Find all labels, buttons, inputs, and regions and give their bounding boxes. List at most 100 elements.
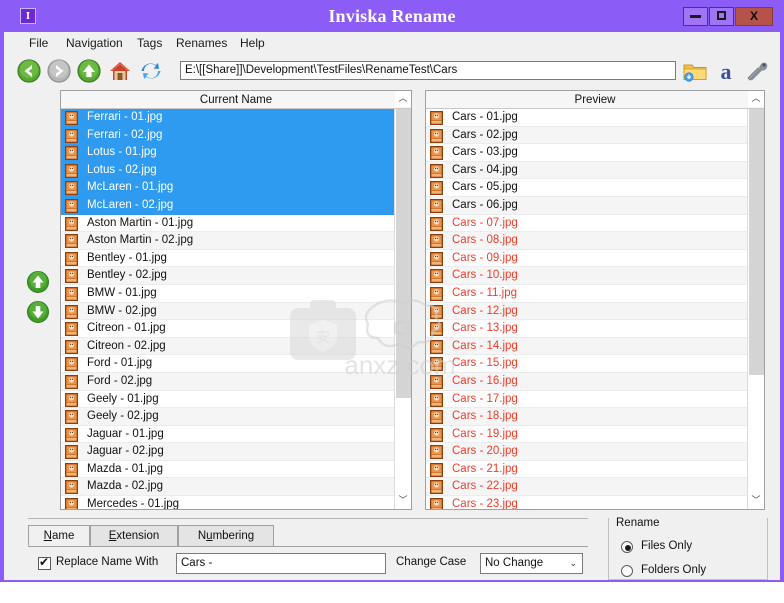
list-item-label: Bentley - 02.jpg: [87, 269, 167, 282]
preview-header[interactable]: Preview: [426, 91, 764, 109]
list-item[interactable]: Citreon - 02.jpg: [61, 337, 394, 356]
list-item[interactable]: Cars - 15.jpg: [426, 355, 747, 373]
list-item-label: Cars - 08.jpg: [452, 234, 518, 247]
back-arrow-icon[interactable]: [16, 58, 42, 84]
list-item[interactable]: Cars - 01.jpg: [426, 109, 747, 127]
list-item[interactable]: Cars - 03.jpg: [426, 144, 747, 162]
list-item[interactable]: Ferrari - 01.jpg: [61, 109, 394, 127]
list-item[interactable]: Cars - 14.jpg: [426, 337, 747, 356]
list-item[interactable]: Ferrari - 02.jpg: [61, 126, 394, 145]
path-input[interactable]: E:\[[Share]]\Development\TestFiles\Renam…: [180, 61, 676, 80]
preview-rows[interactable]: Cars - 01.jpg Cars - 02.jpg Cars - 03.jpg C…: [426, 109, 747, 509]
scroll-thumb[interactable]: [396, 109, 411, 398]
file-icon: [430, 339, 443, 354]
tab-name[interactable]: Name: [28, 525, 90, 546]
maximize-button[interactable]: [709, 7, 734, 26]
list-item[interactable]: Cars - 13.jpg: [426, 320, 747, 338]
close-button[interactable]: X: [735, 7, 773, 26]
list-item[interactable]: Lotus - 02.jpg: [61, 161, 394, 180]
list-item[interactable]: Cars - 21.jpg: [426, 461, 747, 479]
list-item[interactable]: Aston Martin - 01.jpg: [61, 215, 394, 233]
list-item[interactable]: Aston Martin - 02.jpg: [61, 232, 394, 250]
toolbar: E:\[[Share]]\Development\TestFiles\Renam…: [4, 54, 780, 86]
list-item[interactable]: Citreon - 01.jpg: [61, 320, 394, 338]
file-icon: [430, 286, 443, 301]
menu-item-navigation[interactable]: Navigation: [61, 35, 128, 51]
list-item[interactable]: BMW - 02.jpg: [61, 302, 394, 321]
menu-item-tags[interactable]: Tags: [132, 35, 167, 51]
file-icon: [65, 234, 78, 249]
list-item[interactable]: Cars - 04.jpg: [426, 161, 747, 180]
list-item[interactable]: Cars - 06.jpg: [426, 196, 747, 215]
move-up-icon[interactable]: [26, 270, 50, 294]
menu-item-file[interactable]: File: [24, 35, 53, 51]
list-item[interactable]: Mazda - 01.jpg: [61, 461, 394, 479]
list-item[interactable]: BMW - 01.jpg: [61, 285, 394, 303]
list-item[interactable]: McLaren - 02.jpg: [61, 196, 394, 215]
move-down-icon[interactable]: [26, 300, 50, 324]
replace-name-with-checkbox[interactable]: [38, 555, 51, 570]
minimize-button[interactable]: [683, 7, 708, 26]
change-case-select[interactable]: No Change ⌄: [480, 553, 583, 574]
list-item[interactable]: Cars - 20.jpg: [426, 443, 747, 461]
forward-arrow-icon[interactable]: [46, 58, 72, 84]
file-icon: [65, 339, 78, 354]
scroll-up-icon[interactable]: ︿: [395, 91, 411, 107]
scroll-down-icon[interactable]: ﹀: [748, 493, 764, 509]
current-name-scrollbar[interactable]: ︿ ﹀: [394, 91, 411, 509]
list-item[interactable]: Lotus - 01.jpg: [61, 144, 394, 162]
preview-scrollbar[interactable]: ︿ ﹀: [747, 91, 764, 509]
list-item[interactable]: Cars - 07.jpg: [426, 215, 747, 233]
file-icon: [430, 427, 443, 442]
refresh-icon[interactable]: [138, 58, 164, 84]
list-item[interactable]: Bentley - 01.jpg: [61, 250, 394, 268]
list-item[interactable]: Geely - 02.jpg: [61, 408, 394, 426]
current-name-list[interactable]: Current Name Ferrari - 01.jpg Ferrari - 0…: [60, 90, 412, 510]
list-item[interactable]: Bentley - 02.jpg: [61, 267, 394, 285]
file-icon: [65, 498, 78, 509]
preview-list[interactable]: Preview Cars - 01.jpg Cars - 02.jpg Cars -…: [425, 90, 765, 510]
scroll-thumb[interactable]: [749, 109, 764, 376]
list-item[interactable]: Cars - 22.jpg: [426, 478, 747, 497]
list-item[interactable]: Cars - 19.jpg: [426, 426, 747, 444]
open-folder-icon[interactable]: [682, 58, 708, 84]
list-item[interactable]: Jaguar - 02.jpg: [61, 443, 394, 461]
font-a-icon[interactable]: a: [713, 58, 739, 84]
menu-item-help[interactable]: Help: [235, 35, 270, 51]
rename-group: Rename Files Only Folders Only: [608, 517, 768, 580]
list-item[interactable]: Ford - 02.jpg: [61, 372, 394, 391]
up-arrow-icon[interactable]: [76, 58, 102, 84]
list-item[interactable]: Cars - 23.jpg: [426, 496, 747, 509]
list-item[interactable]: Cars - 11.jpg: [426, 285, 747, 303]
list-item[interactable]: Cars - 16.jpg: [426, 372, 747, 391]
list-item-label: Cars - 16.jpg: [452, 374, 518, 387]
menu-item-renames[interactable]: Renames: [171, 35, 232, 51]
list-item[interactable]: Cars - 12.jpg: [426, 302, 747, 321]
list-item[interactable]: Geely - 01.jpg: [61, 391, 394, 409]
file-icon: [430, 392, 443, 407]
scroll-down-icon[interactable]: ﹀: [395, 493, 411, 509]
list-item[interactable]: Ford - 01.jpg: [61, 355, 394, 373]
scroll-up-icon[interactable]: ︿: [748, 91, 764, 107]
current-name-header[interactable]: Current Name: [61, 91, 411, 109]
file-icon: [430, 198, 443, 213]
home-icon[interactable]: [107, 58, 133, 84]
list-item[interactable]: McLaren - 01.jpg: [61, 179, 394, 197]
replace-name-with-input[interactable]: Cars -: [176, 553, 386, 574]
list-item[interactable]: Jaguar - 01.jpg: [61, 426, 394, 444]
current-name-rows[interactable]: Ferrari - 01.jpg Ferrari - 02.jpg Lotus - …: [61, 109, 394, 509]
list-item[interactable]: Cars - 09.jpg: [426, 250, 747, 268]
list-item[interactable]: Cars - 02.jpg: [426, 126, 747, 145]
list-item[interactable]: Cars - 05.jpg: [426, 179, 747, 197]
list-item[interactable]: Cars - 18.jpg: [426, 408, 747, 426]
list-item[interactable]: Cars - 08.jpg: [426, 232, 747, 250]
tab-numbering[interactable]: Numbering: [178, 525, 274, 546]
list-item[interactable]: Cars - 10.jpg: [426, 267, 747, 285]
list-item[interactable]: Mercedes - 01.jpg: [61, 496, 394, 509]
list-item[interactable]: Cars - 17.jpg: [426, 391, 747, 409]
list-item[interactable]: Mazda - 02.jpg: [61, 478, 394, 497]
tools-icon[interactable]: [744, 58, 770, 84]
tab-extension[interactable]: Extension: [90, 525, 178, 546]
list-item-label: Cars - 06.jpg: [452, 198, 518, 211]
list-item-label: McLaren - 02.jpg: [87, 198, 174, 211]
